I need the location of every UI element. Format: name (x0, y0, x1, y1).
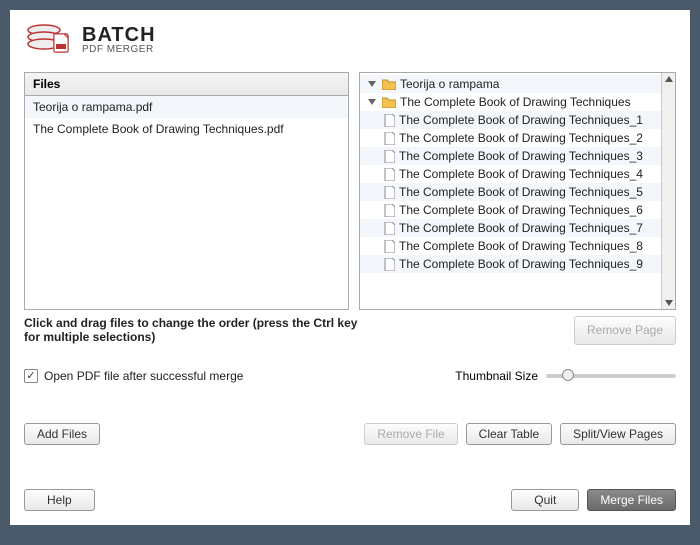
slider-handle[interactable] (562, 369, 574, 381)
page-icon (384, 222, 395, 235)
tree-page-label: The Complete Book of Drawing Techniques_… (399, 185, 643, 199)
file-actions-right: Remove File Clear Table Split/View Pages (364, 423, 676, 445)
brand-title: BATCH (82, 25, 156, 45)
thumbnail-size-control: Thumbnail Size (455, 369, 676, 383)
panels: Files Teorija o rampama.pdf The Complete… (24, 72, 676, 310)
app-logo-icon (24, 20, 74, 60)
page-icon (384, 168, 395, 181)
bottom-right: Quit Merge Files (511, 489, 676, 511)
folder-icon (382, 78, 396, 90)
checkbox-label: Open PDF file after successful merge (44, 369, 243, 383)
page-icon (384, 186, 395, 199)
page-icon (384, 258, 395, 271)
tree-page[interactable]: The Complete Book of Drawing Techniques_… (360, 147, 675, 165)
clear-table-button[interactable]: Clear Table (466, 423, 552, 445)
split-view-pages-button[interactable]: Split/View Pages (560, 423, 676, 445)
brand-subtitle: PDF MERGER (82, 45, 156, 55)
pages-tree[interactable]: Teorija o rampama The Complete Book of D… (360, 73, 675, 309)
tree-page[interactable]: The Complete Book of Drawing Techniques_… (360, 255, 675, 273)
help-button[interactable]: Help (24, 489, 95, 511)
page-icon (384, 132, 395, 145)
page-icon (384, 150, 395, 163)
tree-page-label: The Complete Book of Drawing Techniques_… (399, 203, 643, 217)
add-files-button[interactable]: Add Files (24, 423, 100, 445)
tree-page-label: The Complete Book of Drawing Techniques_… (399, 113, 643, 127)
file-row[interactable]: The Complete Book of Drawing Techniques.… (25, 118, 348, 140)
thumbnail-size-label: Thumbnail Size (455, 369, 538, 383)
brand-text: BATCH PDF MERGER (82, 25, 156, 55)
thumbnail-size-slider[interactable] (546, 374, 676, 378)
tree-page[interactable]: The Complete Book of Drawing Techniques_… (360, 111, 675, 129)
tree-page-label: The Complete Book of Drawing Techniques_… (399, 221, 643, 235)
file-actions-row: Add Files Remove File Clear Table Split/… (24, 423, 676, 445)
tree-page-label: The Complete Book of Drawing Techniques_… (399, 167, 643, 181)
files-panel: Files Teorija o rampama.pdf The Complete… (24, 72, 349, 310)
checkbox-checked-icon[interactable] (24, 369, 38, 383)
files-panel-header: Files (25, 73, 348, 96)
files-list[interactable]: Teorija o rampama.pdf The Complete Book … (25, 96, 348, 309)
tree-page-label: The Complete Book of Drawing Techniques_… (399, 257, 643, 271)
remove-file-button[interactable]: Remove File (364, 423, 457, 445)
scroll-up-icon[interactable] (665, 76, 673, 82)
tree-folder-label: Teorija o rampama (400, 77, 499, 91)
tree-page[interactable]: The Complete Book of Drawing Techniques_… (360, 219, 675, 237)
page-icon (384, 204, 395, 217)
tree-folder-label: The Complete Book of Drawing Techniques (400, 95, 631, 109)
bottom-row: Help Quit Merge Files (24, 489, 676, 511)
merge-files-button[interactable]: Merge Files (587, 489, 676, 511)
disclosure-triangle-icon[interactable] (368, 99, 376, 105)
page-icon (384, 114, 395, 127)
folder-icon (382, 96, 396, 108)
app-window: BATCH PDF MERGER Files Teorija o rampama… (10, 10, 690, 525)
vertical-scrollbar[interactable] (661, 73, 675, 309)
tree-page[interactable]: The Complete Book of Drawing Techniques_… (360, 201, 675, 219)
scroll-down-icon[interactable] (665, 300, 673, 306)
tree-page-label: The Complete Book of Drawing Techniques_… (399, 149, 643, 163)
remove-page-button[interactable]: Remove Page (574, 316, 676, 345)
page-icon (384, 240, 395, 253)
tree-page-label: The Complete Book of Drawing Techniques_… (399, 239, 643, 253)
reorder-hint: Click and drag files to change the order… (24, 316, 364, 345)
tree-page-label: The Complete Book of Drawing Techniques_… (399, 131, 643, 145)
tree-page[interactable]: The Complete Book of Drawing Techniques_… (360, 237, 675, 255)
disclosure-triangle-icon[interactable] (368, 81, 376, 87)
open-after-merge-checkbox[interactable]: Open PDF file after successful merge (24, 369, 243, 383)
pages-panel: Teorija o rampama The Complete Book of D… (359, 72, 676, 310)
tree-folder[interactable]: The Complete Book of Drawing Techniques (360, 93, 675, 111)
below-panels-row: Click and drag files to change the order… (24, 316, 676, 345)
options-row: Open PDF file after successful merge Thu… (24, 369, 676, 383)
tree-folder[interactable]: Teorija o rampama (360, 75, 675, 93)
app-header: BATCH PDF MERGER (24, 20, 676, 60)
tree-page[interactable]: The Complete Book of Drawing Techniques_… (360, 183, 675, 201)
file-row[interactable]: Teorija o rampama.pdf (25, 96, 348, 118)
tree-page[interactable]: The Complete Book of Drawing Techniques_… (360, 165, 675, 183)
quit-button[interactable]: Quit (511, 489, 579, 511)
tree-page[interactable]: The Complete Book of Drawing Techniques_… (360, 129, 675, 147)
